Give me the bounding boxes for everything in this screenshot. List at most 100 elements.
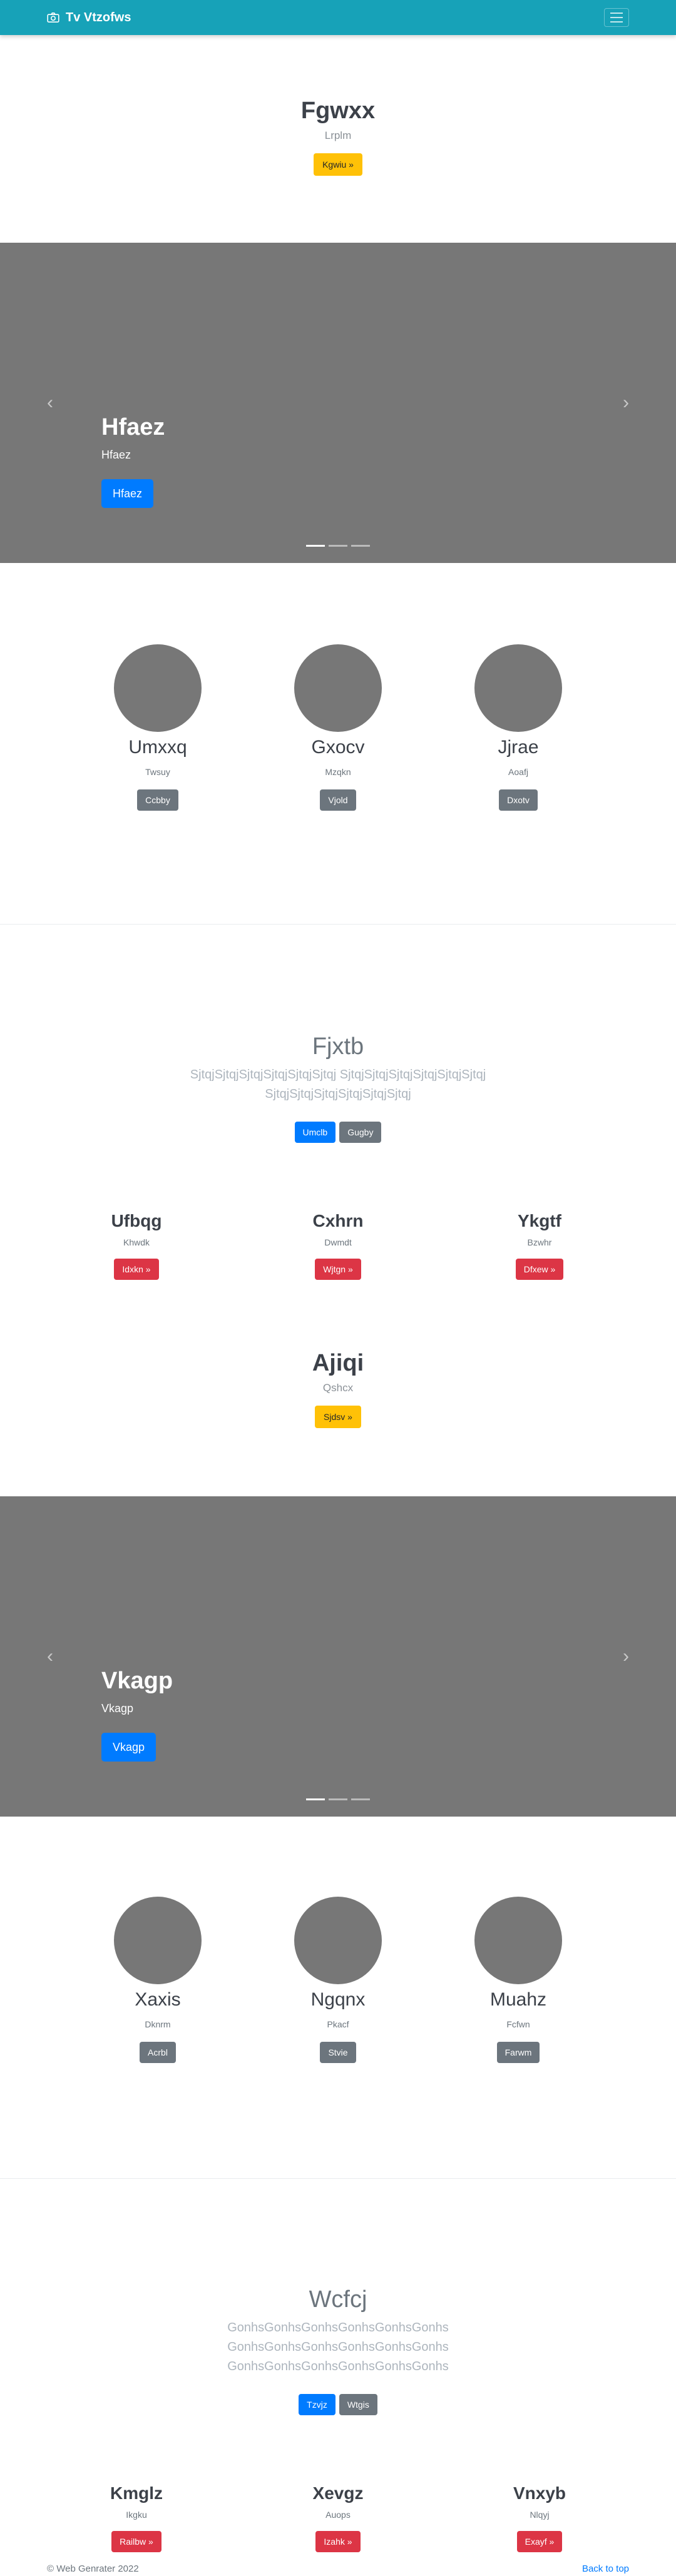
feature-text: Bzwhr [527,1237,552,1247]
navbar: Tv Vtzofws [0,0,676,35]
carousel-indicator[interactable] [351,545,370,547]
carousel-next-icon[interactable]: › [617,392,635,413]
person-card: Muahz Fcfwn Farwm [428,1897,608,2063]
person-card: Xaxis Dknrm Acrbl [68,1897,248,2063]
person-name: Ngqnx [310,1989,366,2010]
hero-button[interactable]: Kgwiu » [314,153,362,176]
lead-line: GonhsGonhsGonhsGonhsGonhsGonhs [227,2360,449,2373]
carousel-prev-icon[interactable]: ‹ [41,1646,59,1667]
person-card: Gxocv Mzqkn Vjold [248,644,428,811]
hero-subtitle: Qshcx [322,1382,354,1394]
feature-title: Cxhrn [312,1211,364,1230]
feature-title: Ufbqg [111,1211,162,1230]
feature-columns: Kmglz Ikgku Railbw » Xevgz Auops Izahk »… [0,2483,676,2552]
carousel-indicator[interactable] [351,1798,370,1800]
feature-card: Vnxyb Nlqyj Exayf » [439,2483,640,2552]
avatar [474,1897,562,1984]
divider [0,924,676,925]
jumbotron: Wcfcj GonhsGonhsGonhsGonhsGonhsGonhs Gon… [0,2286,676,2415]
jumbotron-lead: GonhsGonhsGonhsGonhsGonhsGonhs GonhsGonh… [0,2318,676,2376]
hero-button[interactable]: Sjdsv » [315,1406,361,1428]
carousel-text: Vkagp [101,1702,134,1715]
feature-button[interactable]: Dfxew » [515,1259,564,1280]
person-button[interactable]: Farwm [496,2042,540,2063]
hero-title: Fgwxx [300,98,376,124]
feature-card: Xevgz Auops Izahk » [237,2483,439,2552]
secondary-button[interactable]: Gugby [339,1122,382,1143]
carousel-button[interactable]: Vkagp [101,1733,156,1762]
carousel-button[interactable]: Hfaez [101,479,154,508]
jumbotron-title: Wcfcj [309,2286,367,2313]
carousel-caption: Vkagp Vkagp Vkagp [101,1668,173,1762]
primary-button[interactable]: Umclb [294,1122,336,1143]
person-name: Gxocv [311,737,365,758]
carousel-prev-icon[interactable]: ‹ [41,392,59,413]
carousel-indicator[interactable] [329,545,347,547]
secondary-button[interactable]: Wtgis [339,2394,377,2415]
hero-section: Fgwxx Lrplm Kgwiu » [0,98,676,176]
person-name: Xaxis [135,1989,181,2010]
jumbotron-title: Fjxtb [312,1033,364,1060]
feature-button[interactable]: Izahk » [315,2531,361,2552]
carousel-indicator[interactable] [329,1798,347,1800]
camera-icon [47,13,59,23]
hamburger-icon-line [610,21,623,23]
feature-text: Dwmdt [324,1237,352,1247]
feature-button[interactable]: Idxkn » [114,1259,159,1280]
feature-text: Khwdk [123,1237,150,1247]
carousel-indicators [306,1798,370,1800]
feature-card: Ufbqg Khwdk Idxkn » [36,1211,237,1280]
navbar-brand[interactable]: Tv Vtzofws [47,11,131,25]
person-name: Muahz [489,1989,547,2010]
person-button[interactable]: Dxotv [499,789,538,811]
person-text: Dknrm [145,2019,171,2029]
lead-line: SjtqjSjtqjSjtqjSjtqjSjtqjSjtqj SjtqjSjtq… [190,1068,486,1082]
feature-button[interactable]: Railbw » [111,2531,161,2552]
feature-card: Kmglz Ikgku Railbw » [36,2483,237,2552]
marketing-columns: Xaxis Dknrm Acrbl Ngqnx Pkacf Stvie Muah… [0,1897,676,2063]
carousel: ‹ › Vkagp Vkagp Vkagp [0,1496,676,1817]
footer-copyright: © Web Genrater 2022 [47,2563,139,2574]
hero-section: Ajiqi Qshcx Sjdsv » [0,1350,676,1428]
feature-title: Xevgz [312,2483,364,2503]
person-text: Pkacf [327,2019,349,2029]
feature-card: Cxhrn Dwmdt Wjtgn » [237,1211,439,1280]
person-card: Jjrae Aoafj Dxotv [428,644,608,811]
lead-line: GonhsGonhsGonhsGonhsGonhsGonhs [227,2321,449,2335]
carousel-indicators [306,545,370,547]
person-button[interactable]: Ccbby [137,789,178,811]
person-name: Umxxq [128,737,187,758]
person-text: Mzqkn [325,767,351,777]
feature-title: Kmglz [110,2483,163,2503]
carousel-title: Vkagp [101,1668,173,1694]
carousel-caption: Hfaez Hfaez Hfaez [101,414,165,508]
feature-text: Auops [325,2510,351,2520]
feature-button[interactable]: Wjtgn » [315,1259,361,1280]
avatar [474,644,562,732]
back-to-top-link[interactable]: Back to top [582,2563,629,2574]
divider [0,2178,676,2179]
hero-subtitle: Lrplm [324,129,352,141]
carousel-indicator[interactable] [306,545,325,547]
hamburger-icon-line [610,17,623,18]
navbar-toggler[interactable] [604,8,629,27]
avatar [114,1897,202,1984]
person-text: Fcfwn [506,2019,530,2029]
hamburger-icon-line [610,13,623,14]
person-button[interactable]: Acrbl [140,2042,176,2063]
carousel-indicator[interactable] [306,1798,325,1800]
feature-button[interactable]: Exayf » [516,2531,563,2552]
feature-title: Ykgtf [518,1211,561,1230]
avatar [114,644,202,732]
feature-title: Vnxyb [513,2483,566,2503]
person-button[interactable]: Vjold [320,789,356,811]
footer: © Web Genrater 2022 Back to top [47,2563,629,2574]
person-button[interactable]: Stvie [320,2042,356,2063]
hero-title: Ajiqi [312,1350,364,1376]
carousel: ‹ › Hfaez Hfaez Hfaez [0,243,676,563]
person-text: Twsuy [145,767,170,777]
person-text: Aoafj [508,767,528,777]
lead-line: SjtqjSjtqjSjtqjSjtqjSjtqjSjtqj [265,1087,411,1101]
carousel-next-icon[interactable]: › [617,1646,635,1667]
primary-button[interactable]: Tzvjz [299,2394,335,2415]
